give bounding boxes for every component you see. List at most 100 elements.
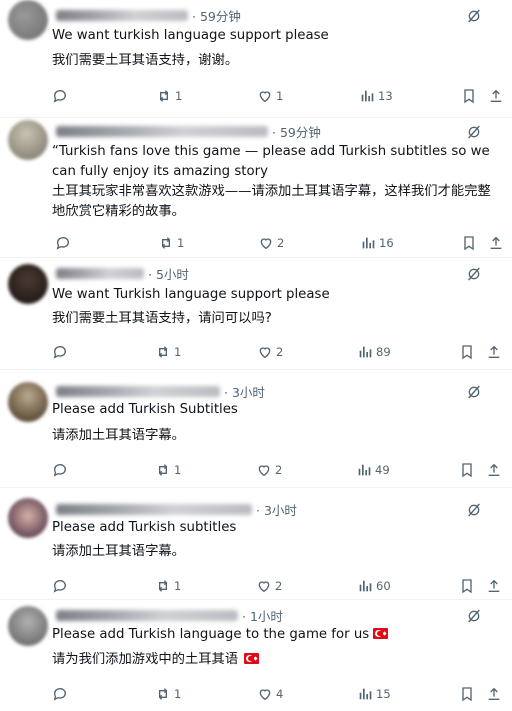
grok-icon[interactable]: [466, 266, 482, 282]
reply-button[interactable]: [52, 576, 68, 596]
reply-text-zh: 请为我们添加游戏中的土耳其语: [52, 652, 239, 667]
timestamp[interactable]: · 3小时: [256, 500, 297, 519]
share-button[interactable]: [486, 576, 502, 596]
reply-icon: [53, 688, 66, 701]
author-name-blurred[interactable]: [56, 267, 144, 279]
grok-icon[interactable]: [466, 8, 482, 24]
reply-text-en: We want turkish language support please: [52, 28, 329, 43]
reply-header: · 59分钟: [56, 122, 321, 140]
bookmark-button[interactable]: [461, 233, 477, 253]
bookmark-button[interactable]: [459, 460, 475, 480]
author-name-blurred[interactable]: [56, 609, 238, 621]
bookmark-button[interactable]: [459, 684, 475, 704]
reply-icon: [56, 237, 69, 250]
heart-icon: [259, 347, 271, 359]
share-button[interactable]: [488, 86, 504, 106]
action-bar: 1 2 16: [0, 233, 512, 253]
avatar[interactable]: [8, 498, 48, 538]
retweet-button[interactable]: 1: [158, 233, 184, 253]
reply-button[interactable]: [52, 684, 68, 704]
reply-text-en: Please add Turkish subtitles: [52, 520, 237, 535]
avatar[interactable]: [8, 606, 48, 646]
retweet-icon: [158, 580, 168, 592]
view-count: 13: [378, 89, 393, 103]
reply-5: · 3小时 Please add Turkish subtitles 请添加土耳…: [0, 488, 512, 600]
timestamp[interactable]: · 59分钟: [192, 6, 241, 25]
retweet-button[interactable]: 1: [155, 342, 181, 362]
reply-3: · 5小时 We want Turkish language support p…: [0, 258, 512, 370]
reply-6: · 1小时 Please add Turkish language to the…: [0, 600, 512, 711]
views-button[interactable]: 60: [357, 576, 391, 596]
like-count: 4: [276, 687, 284, 701]
bookmark-icon: [462, 579, 472, 594]
grok-icon[interactable]: [466, 384, 482, 400]
retweet-button[interactable]: 1: [155, 460, 181, 480]
avatar[interactable]: [8, 382, 48, 422]
author-name-blurred[interactable]: [56, 9, 188, 21]
share-button[interactable]: [486, 460, 502, 480]
retweet-icon: [158, 346, 168, 358]
grok-icon[interactable]: [466, 608, 482, 624]
grok-icon[interactable]: [466, 502, 482, 518]
share-icon: [490, 89, 502, 102]
like-button[interactable]: 4: [257, 684, 283, 704]
heart-icon: [259, 689, 271, 701]
turkey-flag-icon: [373, 628, 389, 639]
grok-icon[interactable]: [466, 124, 482, 140]
retweet-button[interactable]: 1: [155, 576, 181, 596]
reply-icon: [53, 90, 66, 103]
like-button[interactable]: 2: [256, 460, 282, 480]
bookmark-button[interactable]: [459, 342, 475, 362]
bookmark-button[interactable]: [461, 86, 477, 106]
reply-header: · 5小时: [56, 264, 189, 282]
reply-button[interactable]: [52, 86, 68, 106]
reply-4: · 3小时 Please add Turkish Subtitles 请添加土耳…: [0, 370, 512, 488]
bookmark-icon: [462, 345, 472, 360]
reply-text-en: We want Turkish language support please: [52, 287, 330, 302]
views-button[interactable]: 89: [357, 342, 391, 362]
avatar[interactable]: [8, 264, 48, 304]
avatar[interactable]: [8, 120, 48, 160]
heart-icon: [259, 91, 271, 103]
like-button[interactable]: 2: [256, 576, 282, 596]
views-button[interactable]: 49: [356, 460, 390, 480]
retweet-button[interactable]: 1: [156, 86, 182, 106]
reply-button[interactable]: [52, 342, 68, 362]
author-name-blurred[interactable]: [56, 385, 220, 397]
views-button[interactable]: 15: [357, 684, 391, 704]
reply-icon: [53, 580, 66, 593]
views-button[interactable]: 16: [360, 233, 394, 253]
share-icon: [490, 236, 502, 249]
share-button[interactable]: [486, 684, 502, 704]
reply-text-en: Please add Turkish language to the game …: [52, 627, 370, 642]
reply-2: · 59分钟 “Turkish fans love this game — pl…: [0, 118, 512, 258]
views-button[interactable]: 13: [359, 86, 393, 106]
like-count: 2: [277, 236, 285, 250]
retweet-count: 1: [174, 687, 182, 701]
retweet-button[interactable]: 1: [155, 684, 181, 704]
timestamp[interactable]: · 1小时: [242, 606, 283, 625]
views-chart-icon: [359, 346, 372, 358]
reply-text-zh-line: 请为我们添加游戏中的土耳其语: [52, 650, 498, 670]
timestamp[interactable]: · 5小时: [148, 264, 189, 283]
bookmark-button[interactable]: [459, 576, 475, 596]
timestamp[interactable]: · 3小时: [224, 382, 265, 401]
share-button[interactable]: [488, 233, 504, 253]
author-name-blurred[interactable]: [56, 125, 268, 137]
retweet-count: 1: [177, 236, 185, 250]
reply-text-zh: 我们需要土耳其语支持，请问可以吗?: [52, 311, 272, 326]
heart-icon: [258, 465, 270, 477]
share-button[interactable]: [486, 342, 502, 362]
reply-button[interactable]: [55, 233, 71, 253]
reply-text-zh: 土耳其玩家非常喜欢这款游戏——请添加土耳其语字幕，这样我们才能完整地欣赏它精彩的…: [52, 184, 491, 219]
timestamp[interactable]: · 59分钟: [272, 122, 321, 141]
author-name-blurred[interactable]: [56, 503, 252, 515]
bookmark-icon: [462, 687, 472, 702]
like-button[interactable]: 1: [257, 86, 283, 106]
like-button[interactable]: 2: [257, 342, 283, 362]
avatar[interactable]: [8, 0, 48, 40]
reply-button[interactable]: [52, 460, 68, 480]
action-bar: 1 4 15: [0, 684, 512, 704]
like-button[interactable]: 2: [258, 233, 284, 253]
like-count: 2: [275, 463, 283, 477]
